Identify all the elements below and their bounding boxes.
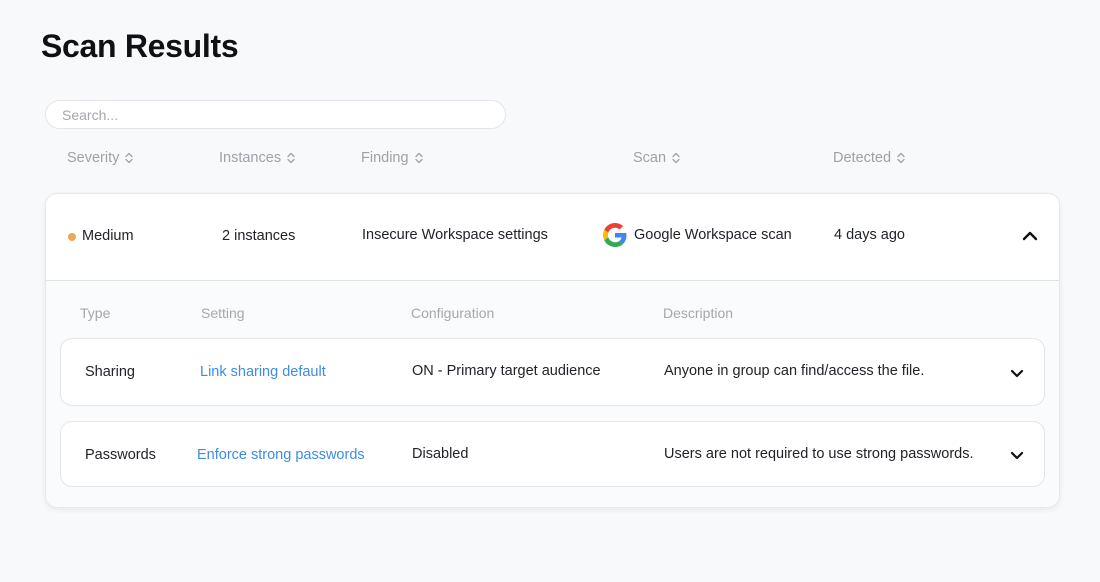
column-header-instances[interactable]: Instances: [219, 150, 295, 166]
setting-configuration: Disabled: [412, 446, 469, 462]
detail-header-description: Description: [663, 305, 734, 321]
finding-instances: 2 instances: [222, 228, 296, 244]
chevron-up-icon[interactable]: [1020, 228, 1040, 244]
finding-detail-panel: Type Setting Configuration Description S…: [46, 281, 1059, 507]
setting-configuration: ON - Primary target audience: [412, 363, 601, 379]
page-title: Scan Results: [41, 28, 239, 64]
chevron-down-icon[interactable]: [1008, 366, 1026, 380]
detail-header-configuration: Configuration: [411, 305, 495, 321]
detail-header-setting: Setting: [201, 305, 245, 321]
setting-link[interactable]: Enforce strong passwords: [197, 447, 365, 463]
sort-icon: [897, 152, 905, 164]
column-header-scan-label: Scan: [633, 150, 667, 166]
chevron-down-icon[interactable]: [1008, 448, 1026, 462]
finding-row[interactable]: Medium 2 instances Insecure Workspace se…: [46, 194, 1059, 281]
finding-detected: 4 days ago: [834, 227, 905, 243]
finding-title: Insecure Workspace settings: [362, 227, 548, 243]
column-header-detected-label: Detected: [833, 150, 892, 166]
column-header-instances-label: Instances: [219, 150, 282, 166]
setting-row[interactable]: Sharing Link sharing default ON - Primar…: [60, 338, 1045, 406]
column-header-finding-label: Finding: [361, 150, 409, 166]
sort-icon: [125, 152, 134, 164]
sort-icon: [287, 152, 295, 164]
detail-header-type: Type: [80, 305, 111, 321]
sort-icon: [672, 152, 680, 164]
column-header-finding[interactable]: Finding: [361, 150, 423, 166]
column-header-detected[interactable]: Detected: [833, 150, 905, 166]
search-input[interactable]: [45, 100, 506, 129]
google-icon: [603, 223, 627, 247]
setting-type: Sharing: [85, 364, 135, 380]
scan-results-page: Scan Results Severity Instances Finding …: [0, 0, 1100, 582]
setting-description: Anyone in group can find/access the file…: [664, 363, 925, 379]
column-header-severity[interactable]: Severity: [67, 150, 134, 166]
finding-severity: Medium: [82, 228, 134, 244]
sort-icon: [414, 152, 423, 164]
finding-scan: Google Workspace scan: [634, 227, 792, 243]
severity-indicator: [68, 233, 76, 241]
setting-description: Users are not required to use strong pas…: [664, 446, 974, 462]
column-header-severity-label: Severity: [67, 150, 120, 166]
finding-card: Medium 2 instances Insecure Workspace se…: [45, 193, 1060, 508]
setting-type: Passwords: [85, 447, 156, 463]
setting-row[interactable]: Passwords Enforce strong passwords Disab…: [60, 421, 1045, 487]
column-header-scan[interactable]: Scan: [633, 150, 680, 166]
setting-link[interactable]: Link sharing default: [200, 364, 326, 380]
